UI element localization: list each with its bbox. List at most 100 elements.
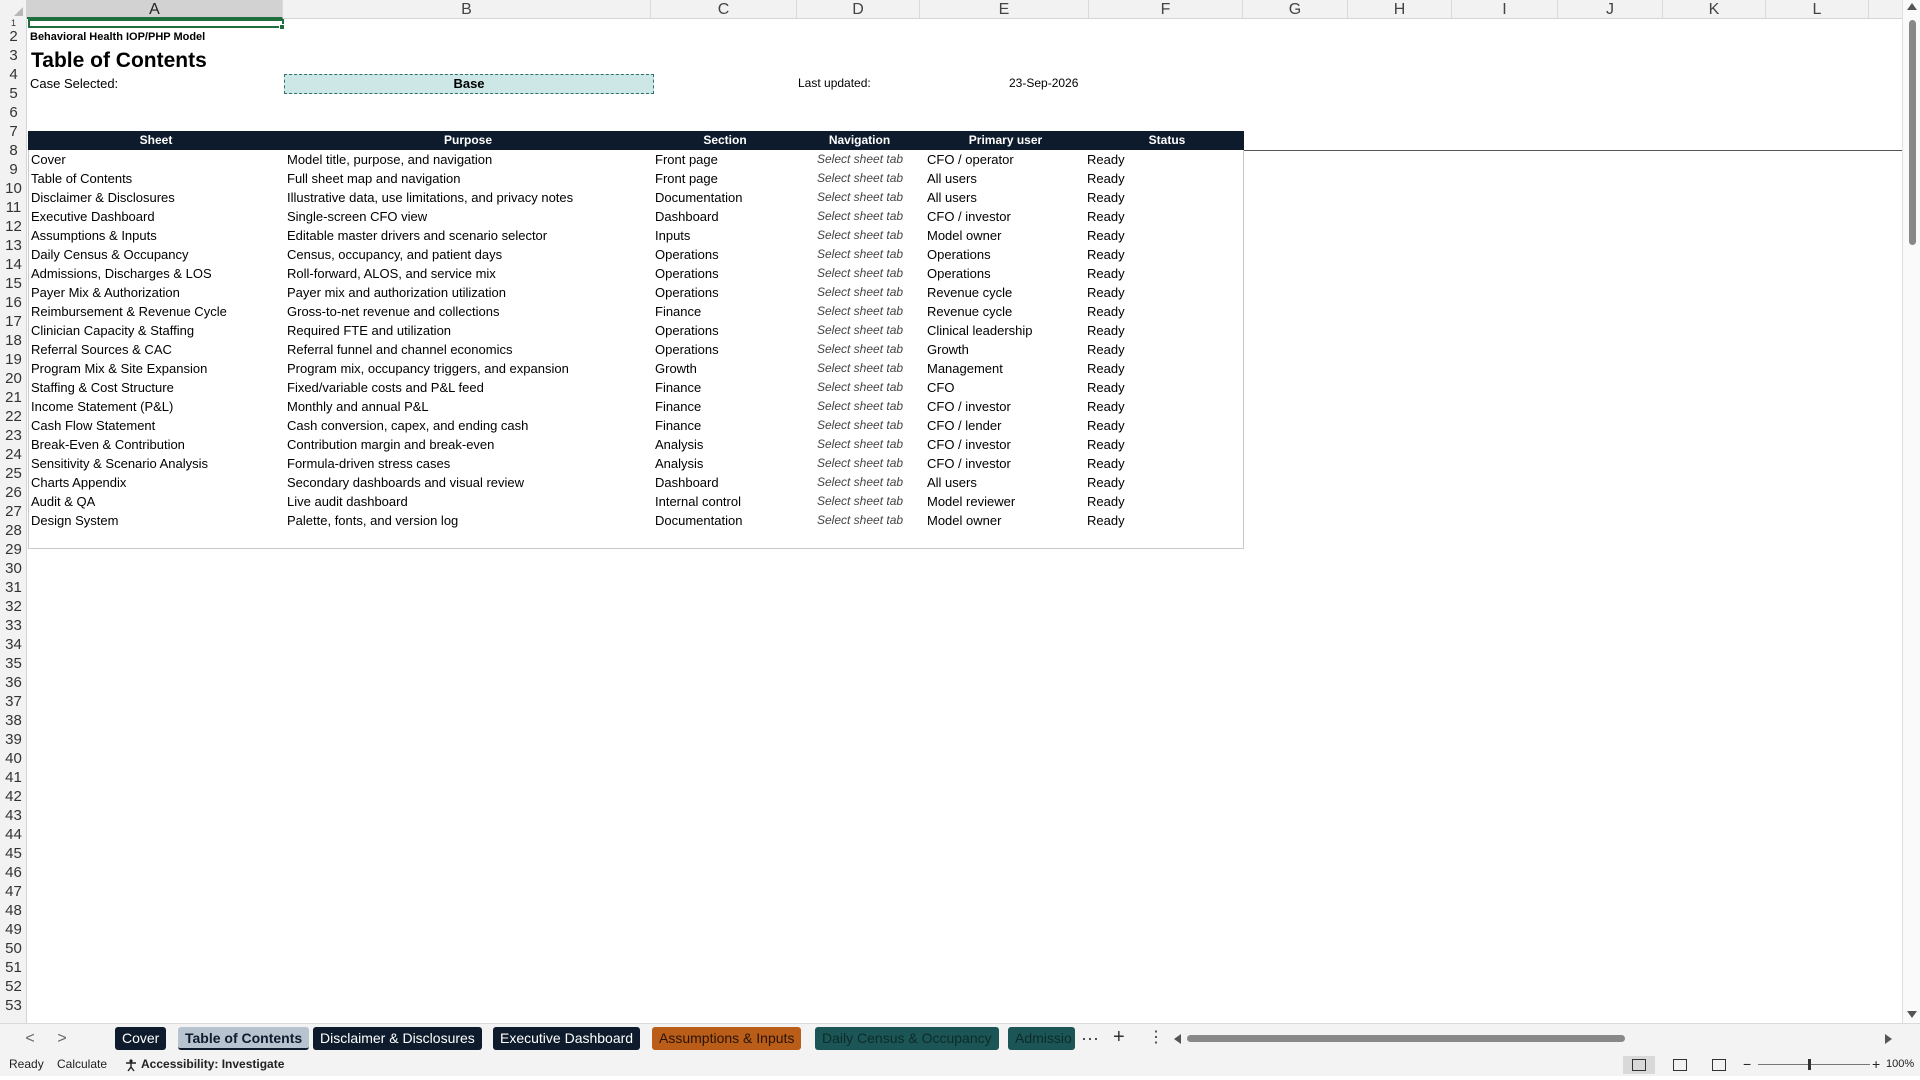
page-layout-view-button[interactable] — [1664, 1056, 1696, 1074]
normal-view-button[interactable] — [1623, 1056, 1655, 1074]
zoom-out-button[interactable]: − — [1743, 1053, 1751, 1076]
row-header-3[interactable]: 3 — [0, 46, 27, 65]
cell-navigation[interactable]: Select sheet tab — [817, 188, 903, 207]
tab-scroll-right-icon[interactable]: > — [51, 1028, 73, 1050]
accessibility-status[interactable]: Accessibility: Investigate — [141, 1053, 284, 1076]
scroll-right-icon[interactable] — [1885, 1034, 1892, 1044]
row-header-25[interactable]: 25 — [0, 464, 27, 483]
row-header-6[interactable]: 6 — [0, 103, 27, 122]
column-header-h[interactable]: H — [1348, 0, 1452, 19]
row-header-26[interactable]: 26 — [0, 483, 27, 502]
spreadsheet-grid[interactable]: ABCDEFGHIJKL 1 2 3 4 5 6 7 8 9 10 11 12 13 14 15 16 17 18… — [0, 0, 1920, 1023]
row-header-9[interactable]: 9 — [0, 160, 27, 179]
sheet-tab-disclaimer-disclosures[interactable]: Disclaimer & Disclosures — [313, 1027, 482, 1050]
row-header-12[interactable]: 12 — [0, 217, 27, 236]
add-sheet-button[interactable]: + — [1113, 1026, 1125, 1048]
cell-navigation[interactable]: Select sheet tab — [817, 492, 903, 511]
row-header-10[interactable]: 10 — [0, 179, 27, 198]
vertical-scrollbar[interactable] — [1902, 0, 1920, 1023]
row-header-8[interactable]: 8 — [0, 141, 27, 160]
row-header-43[interactable]: 43 — [0, 806, 27, 825]
horizontal-scroll-thumb[interactable] — [1187, 1035, 1625, 1042]
row-header-19[interactable]: 19 — [0, 350, 27, 369]
select-all-corner[interactable] — [0, 0, 27, 19]
column-header-f[interactable]: F — [1089, 0, 1243, 19]
row-header-30[interactable]: 30 — [0, 559, 27, 578]
row-header-42[interactable]: 42 — [0, 787, 27, 806]
row-header-15[interactable]: 15 — [0, 274, 27, 293]
row-header-39[interactable]: 39 — [0, 730, 27, 749]
case-selector-cell[interactable]: Base — [284, 74, 654, 94]
fill-handle[interactable] — [279, 24, 285, 30]
cell-navigation[interactable]: Select sheet tab — [817, 378, 903, 397]
cell-navigation[interactable]: Select sheet tab — [817, 302, 903, 321]
row-header-47[interactable]: 47 — [0, 882, 27, 901]
zoom-level[interactable]: 100% — [1886, 1053, 1914, 1076]
row-header-14[interactable]: 14 — [0, 255, 27, 274]
cell-navigation[interactable]: Select sheet tab — [817, 150, 903, 169]
row-header-51[interactable]: 51 — [0, 958, 27, 977]
cell-navigation[interactable]: Select sheet tab — [817, 226, 903, 245]
cell-navigation[interactable]: Select sheet tab — [817, 340, 903, 359]
row-header-16[interactable]: 16 — [0, 293, 27, 312]
row-header-48[interactable]: 48 — [0, 901, 27, 920]
row-header-21[interactable]: 21 — [0, 388, 27, 407]
row-header-29[interactable]: 29 — [0, 540, 27, 559]
row-header-34[interactable]: 34 — [0, 635, 27, 654]
row-header-5[interactable]: 5 — [0, 84, 27, 103]
cell-navigation[interactable]: Select sheet tab — [817, 207, 903, 226]
row-header-20[interactable]: 20 — [0, 369, 27, 388]
page-break-view-button[interactable] — [1703, 1056, 1735, 1074]
cell-navigation[interactable]: Select sheet tab — [817, 454, 903, 473]
row-header-27[interactable]: 27 — [0, 502, 27, 521]
column-header-d[interactable]: D — [797, 0, 920, 19]
row-header-23[interactable]: 23 — [0, 426, 27, 445]
row-header-17[interactable]: 17 — [0, 312, 27, 331]
cell-navigation[interactable]: Select sheet tab — [817, 359, 903, 378]
row-header-1[interactable]: 1 — [0, 19, 27, 28]
row-header-2[interactable]: 2 — [0, 27, 27, 46]
cell-navigation[interactable]: Select sheet tab — [817, 169, 903, 188]
scroll-up-icon[interactable] — [1907, 3, 1917, 10]
sheet-tab-daily-census-occupancy[interactable]: Daily Census & Occupancy — [815, 1027, 999, 1050]
cell-area[interactable]: Behavioral Health IOP/PHP Model Table of… — [28, 19, 1920, 1023]
zoom-slider-thumb[interactable] — [1808, 1059, 1811, 1070]
row-header-24[interactable]: 24 — [0, 445, 27, 464]
sheet-tab-assumptions-inputs[interactable]: Assumptions & Inputs — [652, 1027, 802, 1050]
row-header-22[interactable]: 22 — [0, 407, 27, 426]
cell-navigation[interactable]: Select sheet tab — [817, 435, 903, 454]
scroll-left-icon[interactable] — [1174, 1034, 1181, 1044]
row-header-4[interactable]: 4 — [0, 65, 27, 84]
row-header-37[interactable]: 37 — [0, 692, 27, 711]
column-header-j[interactable]: J — [1558, 0, 1663, 19]
column-header-l[interactable]: L — [1766, 0, 1869, 19]
cell-navigation[interactable]: Select sheet tab — [817, 264, 903, 283]
sheet-tab-executive-dashboard[interactable]: Executive Dashboard — [493, 1027, 641, 1050]
column-header-k[interactable]: K — [1663, 0, 1766, 19]
horizontal-scrollbar[interactable] — [1172, 1031, 1894, 1047]
tab-scroll-left-icon[interactable]: < — [19, 1028, 41, 1050]
calculate-button[interactable]: Calculate — [57, 1053, 107, 1076]
row-header-35[interactable]: 35 — [0, 654, 27, 673]
row-header-38[interactable]: 38 — [0, 711, 27, 730]
row-header-45[interactable]: 45 — [0, 844, 27, 863]
cell-navigation[interactable]: Select sheet tab — [817, 397, 903, 416]
sheet-menu-icon[interactable]: ⋮ — [1148, 1027, 1164, 1049]
row-header-7[interactable]: 7 — [0, 122, 27, 141]
row-header-31[interactable]: 31 — [0, 578, 27, 597]
row-header-36[interactable]: 36 — [0, 673, 27, 692]
column-header-b[interactable]: B — [283, 0, 651, 19]
column-header-a[interactable]: A — [27, 0, 283, 19]
row-header-11[interactable]: 11 — [0, 198, 27, 217]
scroll-down-icon[interactable] — [1907, 1011, 1917, 1018]
sheet-tab-cover[interactable]: Cover — [115, 1027, 167, 1050]
row-header-28[interactable]: 28 — [0, 521, 27, 540]
row-header-52[interactable]: 52 — [0, 977, 27, 996]
row-header-32[interactable]: 32 — [0, 597, 27, 616]
more-tabs-icon[interactable]: ··· — [1081, 1027, 1099, 1049]
cell-navigation[interactable]: Select sheet tab — [817, 321, 903, 340]
row-header-44[interactable]: 44 — [0, 825, 27, 844]
cell-navigation[interactable]: Select sheet tab — [817, 511, 903, 530]
row-header-13[interactable]: 13 — [0, 236, 27, 255]
column-header-g[interactable]: G — [1243, 0, 1348, 19]
